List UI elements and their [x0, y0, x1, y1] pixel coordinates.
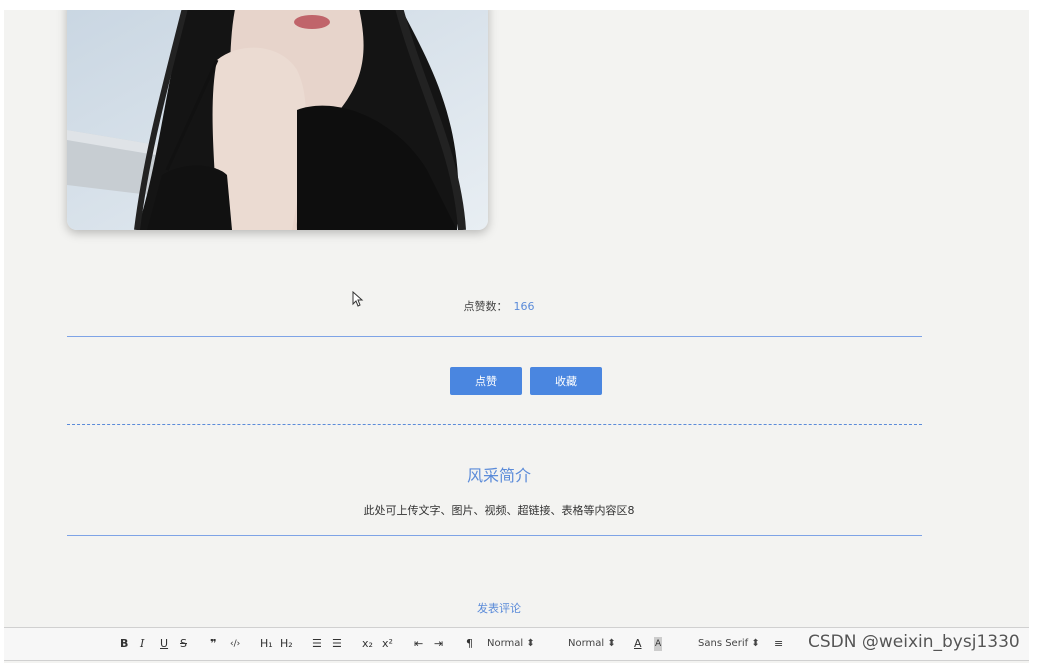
- divider: [67, 336, 922, 337]
- favorite-button[interactable]: 收藏: [530, 367, 602, 395]
- like-count-value: 166: [513, 300, 535, 313]
- header-2-button[interactable]: H₂: [280, 637, 293, 651]
- dashed-divider: [67, 424, 922, 425]
- font-select[interactable]: Sans Serif ⬍: [698, 637, 760, 651]
- header-select-value: Normal: [568, 638, 605, 649]
- watermark: CSDN @weixin_bysj1330: [808, 632, 1020, 652]
- font-select-value: Sans Serif: [698, 638, 749, 649]
- indent-icon[interactable]: ⇥: [434, 637, 443, 651]
- detail-page: 点赞数： 166 点赞 收藏 风采简介 此处可上传文字、图片、视频、超链接、表格等…: [4, 10, 1029, 663]
- subscript-button[interactable]: x₂: [362, 637, 373, 651]
- select-arrows-icon: ⬍: [751, 638, 760, 649]
- select-arrows-icon: ⬍: [607, 638, 616, 649]
- superscript-button[interactable]: x²: [382, 637, 393, 651]
- post-comment-link[interactable]: 发表评论: [4, 600, 994, 616]
- strikethrough-button[interactable]: S: [180, 637, 187, 651]
- like-count-row: 点赞数： 166: [4, 298, 994, 314]
- intro-title: 风采简介: [466, 466, 531, 485]
- code-block-icon[interactable]: ‹/›: [230, 637, 240, 651]
- italic-button[interactable]: I: [140, 637, 144, 651]
- outdent-icon[interactable]: ⇤: [414, 637, 423, 651]
- profile-photo: [67, 10, 488, 230]
- divider: [67, 535, 922, 536]
- align-icon[interactable]: ≡: [774, 637, 783, 651]
- underline-button[interactable]: U: [160, 637, 168, 651]
- ordered-list-icon[interactable]: ☰: [312, 637, 322, 651]
- text-direction-icon[interactable]: ¶: [466, 637, 473, 651]
- like-button[interactable]: 点赞: [450, 367, 522, 395]
- bullet-list-icon[interactable]: ☰: [332, 637, 342, 651]
- bold-button[interactable]: B: [120, 637, 128, 651]
- background-color-icon[interactable]: A: [654, 637, 663, 651]
- like-count-label: 点赞数：: [463, 300, 508, 313]
- select-arrows-icon: ⬍: [526, 638, 535, 649]
- header-1-button[interactable]: H₁: [260, 637, 273, 651]
- size-select[interactable]: Normal ⬍: [487, 637, 535, 651]
- font-color-icon[interactable]: A: [634, 637, 642, 651]
- blockquote-icon[interactable]: ❞: [210, 637, 216, 651]
- header-select[interactable]: Normal ⬍: [568, 637, 616, 651]
- size-select-value: Normal: [487, 638, 524, 649]
- intro-body: 此处可上传文字、图片、视频、超链接、表格等内容区8: [363, 504, 635, 517]
